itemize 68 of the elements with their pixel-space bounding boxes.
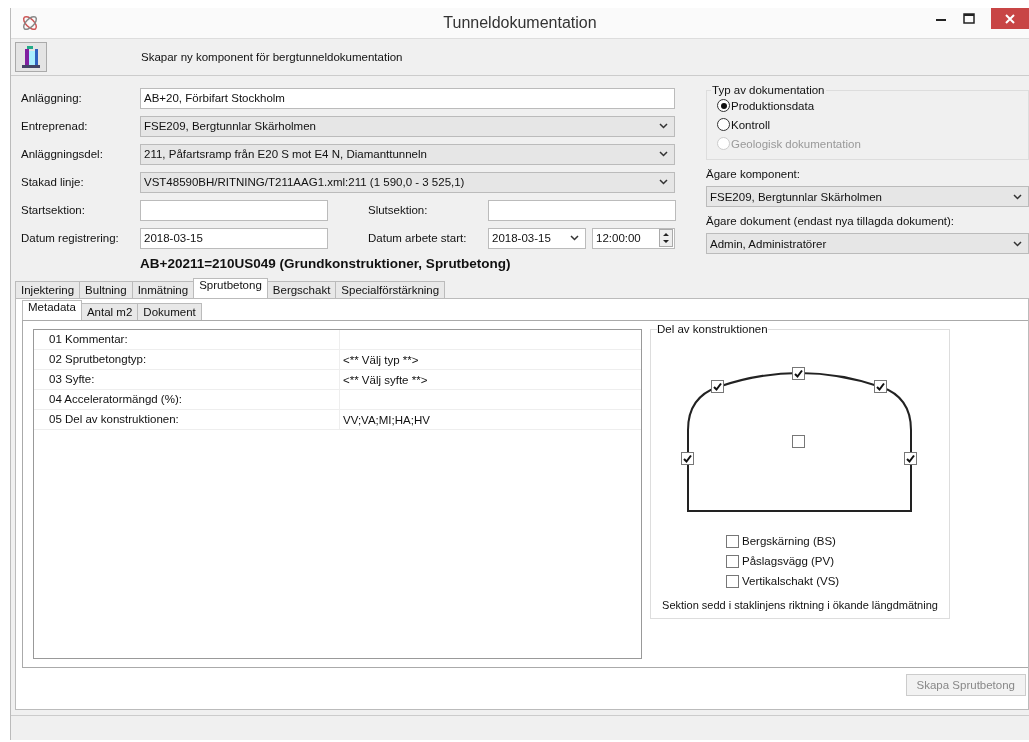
checkbox[interactable] <box>874 380 887 393</box>
input-field[interactable]: 2018-03-15 <box>140 227 328 249</box>
field-label: Entreprenad: <box>21 120 89 132</box>
tab[interactable]: Specialförstärkning <box>335 281 446 298</box>
checkbox[interactable] <box>792 367 805 380</box>
field-label: Datum arbete start: <box>368 232 468 244</box>
property-value[interactable]: VV;VA;MI;HA;HV <box>340 413 430 426</box>
maximize-icon[interactable] <box>963 12 975 25</box>
tab[interactable]: Metadata <box>22 300 82 320</box>
property-value[interactable]: <** Välj syfte **> <box>340 373 428 386</box>
chevron-icon <box>570 235 579 241</box>
field-label: Anläggning: <box>21 92 83 104</box>
checkbox[interactable] <box>904 452 917 465</box>
dropdown[interactable]: VST48590BH/RITNING/T211AAG1.xml:211 (1 590,0 - 3 525,1) <box>140 171 675 193</box>
property-name: 03 Syfte: <box>34 370 340 389</box>
app-logo-icon <box>21 14 39 32</box>
field-label: Datum registrering: <box>21 232 120 244</box>
tab[interactable]: Dokument <box>137 303 202 320</box>
tunnel-icon <box>19 45 43 69</box>
tab[interactable]: Inmätning <box>131 281 195 298</box>
checkbox-option[interactable]: Bergskärning (BS) <box>726 531 949 551</box>
tunnel-tool-button[interactable] <box>15 42 47 72</box>
dropdown[interactable]: FSE209, Bergtunnlar Skärholmen <box>140 115 675 137</box>
dropdown[interactable]: Admin, Administratörer <box>706 233 1029 254</box>
section-note: Sektion sedd i staklinjens riktning i ökande längdmätning <box>661 599 939 611</box>
tab[interactable]: Antal m2 <box>80 303 139 320</box>
tab[interactable]: Bultning <box>79 281 133 298</box>
close-button[interactable] <box>991 8 1029 29</box>
toolbar-caption: Skapar ny komponent för bergtunneldokumentation <box>141 51 403 63</box>
field-label: Stakad linje: <box>21 176 85 188</box>
chevron-icon <box>659 151 668 157</box>
input-field[interactable]: AB+20, Förbifart Stockholm <box>140 87 675 109</box>
property-name: 04 Acceleratormängd (%): <box>34 390 340 409</box>
checkbox-option[interactable]: Påslagsvägg (PV) <box>726 551 949 571</box>
chevron-icon <box>659 123 668 129</box>
dropdown[interactable]: 211, Påfartsramp från E20 S mot E4 N, Diamanttunneln <box>140 143 675 165</box>
close-icon <box>1005 13 1015 24</box>
property-name: 01 Kommentar: <box>34 330 340 349</box>
property-name: 05 Del av konstruktionen: <box>34 410 340 429</box>
date-picker[interactable]: 2018-03-15 <box>488 227 586 249</box>
radio-option[interactable]: Kontroll <box>717 115 1022 134</box>
window-title: Tunneldokumentation <box>443 14 597 32</box>
tab[interactable]: Injektering <box>15 281 81 298</box>
tab[interactable]: Bergschakt <box>266 281 337 298</box>
group-title: Typ av dokumentation <box>711 84 826 96</box>
field-label: Ägare dokument (endast nya tillagda dokument): <box>706 215 956 227</box>
chevron-icon <box>1013 240 1022 247</box>
time-field[interactable]: 12:00:00 <box>592 227 675 249</box>
component-heading: AB+20211=210US049 (Grundkonstruktioner, Sprutbetong) <box>140 256 512 271</box>
tab[interactable]: Sprutbetong <box>193 278 268 298</box>
spinner-icon[interactable] <box>659 229 673 247</box>
group-title: Del av konstruktionen <box>657 323 768 335</box>
checkbox[interactable] <box>711 380 724 393</box>
property-value[interactable]: <** Välj typ **> <box>340 353 419 366</box>
radio-option[interactable]: Produktionsdata <box>717 96 1022 115</box>
chevron-icon <box>659 179 668 185</box>
field-label: Ägare komponent: <box>706 168 801 180</box>
field-label: Startsektion: <box>21 204 86 216</box>
property-name: 02 Sprutbetongtyp: <box>34 350 340 369</box>
dropdown[interactable]: FSE209, Bergtunnlar Skärholmen <box>706 186 1029 207</box>
checkbox[interactable] <box>681 452 694 465</box>
checkbox[interactable] <box>792 435 805 448</box>
input-field[interactable] <box>488 199 676 221</box>
checkbox-option[interactable]: Vertikalschakt (VS) <box>726 571 949 591</box>
field-label: Anläggningsdel: <box>21 148 104 160</box>
field-label: Slutsektion: <box>368 204 429 216</box>
input-field[interactable] <box>140 199 328 221</box>
chevron-icon <box>1013 193 1022 200</box>
